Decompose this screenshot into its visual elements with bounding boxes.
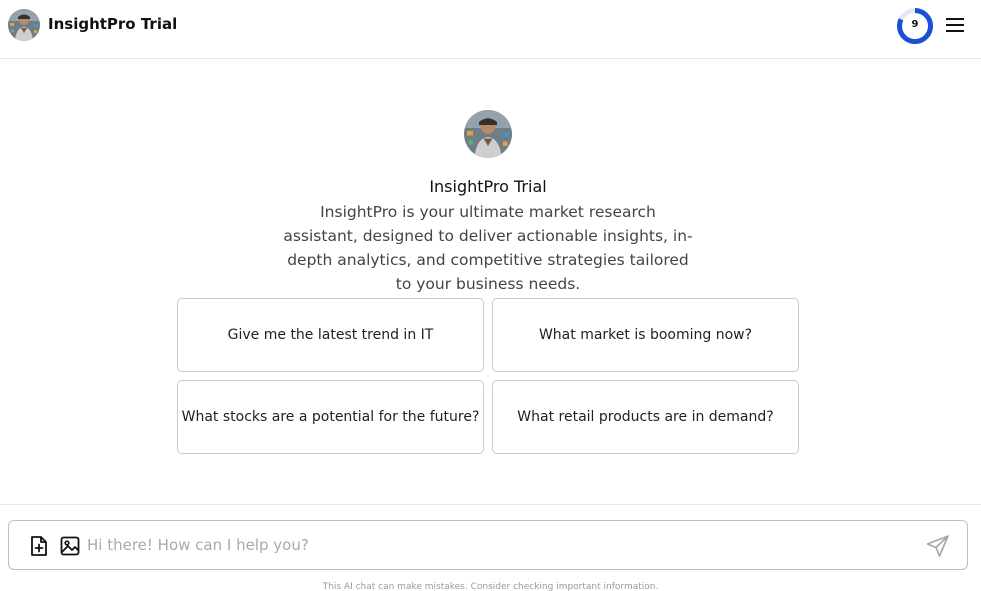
disclaimer-text: This AI chat can make mistakes. Consider… — [322, 582, 659, 591]
bot-name: InsightPro Trial — [429, 177, 547, 196]
hamburger-menu-icon — [946, 18, 964, 32]
top-bar: InsightPro Trial 9 — [0, 0, 981, 59]
suggestion-card[interactable]: Give me the latest trend in IT — [177, 298, 484, 372]
bot-avatar — [464, 110, 512, 158]
menu-button[interactable] — [945, 16, 965, 34]
chat-app: InsightPro Trial 9 InsightPro Trial Insi… — [0, 0, 981, 591]
attach-file-button[interactable] — [28, 535, 50, 557]
bot-description: InsightPro is your ultimate market resea… — [283, 203, 693, 293]
credits-indicator[interactable]: 9 — [896, 7, 934, 45]
suggestion-card[interactable]: What retail products are in demand? — [492, 380, 799, 454]
credits-count: 9 — [911, 19, 919, 30]
message-composer — [8, 520, 968, 570]
image-icon — [60, 536, 80, 556]
suggestion-card[interactable]: What market is booming now? — [492, 298, 799, 372]
header-avatar[interactable] — [8, 9, 40, 41]
bot-avatar-icon — [464, 110, 512, 158]
message-input[interactable] — [87, 530, 907, 560]
file-plus-icon — [31, 536, 47, 556]
bot-avatar-icon — [8, 9, 40, 41]
header-title: InsightPro Trial — [48, 15, 178, 33]
send-paper-plane-icon — [926, 535, 949, 557]
composer-divider — [0, 504, 981, 505]
send-button[interactable] — [925, 533, 951, 559]
suggestion-card[interactable]: What stocks are a potential for the futu… — [177, 380, 484, 454]
attach-image-button[interactable] — [59, 535, 81, 557]
